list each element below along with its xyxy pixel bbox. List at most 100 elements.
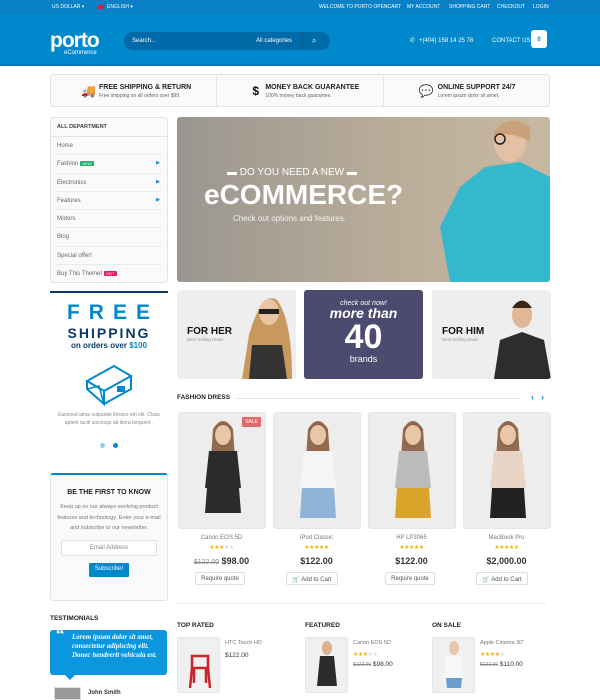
feature-money-back: $ MONEY BACK GUARANTEE 100% money back gua…: [217, 75, 384, 106]
search-input[interactable]: Search...: [132, 38, 156, 44]
add-to-cart-button[interactable]: 🛒 Add to Cart: [476, 572, 528, 585]
checkout-link[interactable]: CHECKOUT: [497, 4, 525, 10]
list-product-name[interactable]: Canon EOS 5D: [353, 640, 391, 646]
banner-subtitle: Best Selling Deals: [187, 337, 224, 342]
product-image[interactable]: [273, 412, 361, 529]
rating-stars: ★★★★★: [304, 545, 329, 551]
free-shipping-banner: FREE SHIPPING on orders over $100 Euismo…: [50, 291, 168, 461]
menu-item-home[interactable]: Home: [56, 137, 162, 156]
product-price: $122.00 $98.00: [193, 556, 250, 566]
newsletter-box: BE THE FIRST TO KNOW Keep up on our alwa…: [50, 473, 168, 601]
product-name[interactable]: HP LP3065: [364, 535, 459, 541]
list-product-image[interactable]: [177, 637, 220, 693]
rating-stars: ★★★★★: [209, 545, 234, 551]
menu-item-features[interactable]: Features ▶: [56, 192, 162, 211]
rating-stars: ★★★★★: [494, 545, 519, 551]
prev-arrow-icon[interactable]: ‹: [531, 392, 534, 402]
testimonial-quote: “ Lorem ipsum dolor sit amet, consectetu…: [50, 624, 167, 675]
badge-new: NEW: [80, 161, 94, 167]
list-product-price: $122.00 $98.00: [353, 661, 393, 668]
list-title: TOP RATED: [177, 622, 214, 629]
list-product-image[interactable]: [432, 637, 475, 693]
list-title: FEATURED: [305, 622, 340, 629]
rating-stars: ★★★★★: [353, 652, 378, 658]
box-icon: [84, 364, 134, 407]
list-product-image[interactable]: [305, 637, 348, 693]
product-price: $2,000.00: [486, 556, 527, 566]
menu-item-buy-this-theme-[interactable]: Buy This Theme! HOT: [56, 265, 162, 283]
arrow-right-icon: ▶: [156, 160, 160, 167]
department-menu: ALL DEPARTMENT Home Fashion NEW ▶ Electronic…: [50, 117, 168, 283]
list-product-name[interactable]: HTC Touch HD: [225, 640, 262, 646]
flag-icon: [98, 5, 104, 9]
cart-icon: 🛒: [292, 577, 300, 583]
top-bar: US DOLLAR ▾ ENGLISH ▾ WELCOME TO PORTO O…: [0, 0, 600, 14]
truck-icon: 🚚: [81, 84, 96, 98]
banner-title: FOR HIM: [442, 326, 485, 337]
hero-slider[interactable]: ▬ DO YOU NEED A NEW ▬ eCOMMERCE? Check o…: [177, 117, 550, 282]
arrow-right-icon: ▶: [156, 196, 160, 203]
hero-subtitle: Check out options and features.: [233, 214, 346, 223]
search-icon[interactable]: ⌕: [312, 36, 316, 46]
testimonials-title: TESTIMONIALS: [50, 615, 99, 622]
add-to-cart-button[interactable]: 🛒 Add to Cart: [286, 572, 338, 585]
list-product-name[interactable]: Apple Cinema 30": [480, 640, 524, 646]
list-title: ON SALE: [432, 622, 461, 629]
quote-open-icon: “: [55, 624, 64, 644]
sale-badge: SALE: [242, 417, 261, 427]
him-model-image: [494, 300, 551, 379]
product-image[interactable]: [463, 412, 551, 529]
menu-item-fashion[interactable]: Fashion NEW ▶: [56, 155, 162, 174]
cart-icon: 🛒: [482, 577, 490, 583]
search-bar: Search... All categories ⌕: [124, 32, 330, 50]
feature-support: 💬 ONLINE SUPPORT 24/7 Lorem ipsum dolor si…: [418, 84, 516, 99]
chat-icon: 💬: [418, 84, 434, 98]
product-name[interactable]: iPod Classic: [269, 535, 364, 541]
fashion-section-title: FASHION DRESS: [177, 394, 231, 401]
menu-item-electronics[interactable]: Electronics ▶: [56, 174, 162, 192]
product-name[interactable]: Canon EOS 5D: [174, 535, 269, 541]
list-product-price: $122.00: [225, 652, 249, 659]
rating-stars: ★★★★★: [480, 652, 505, 658]
cart-icon[interactable]: 0: [531, 30, 547, 48]
language-select[interactable]: ENGLISH ▾: [107, 4, 133, 10]
header: porto eCommerce Search... All categories …: [0, 14, 600, 66]
my-account-link[interactable]: MY ACCOUNT: [407, 4, 440, 10]
banner-for-her[interactable]: FOR HER Best Selling Deals: [177, 290, 296, 379]
list-product-price: $122.00 $110.00: [480, 661, 523, 668]
carousel-dot[interactable]: [100, 443, 106, 448]
contact-us-link[interactable]: CONTACT US: [492, 38, 530, 44]
banner-brands[interactable]: check out now! more than 40 brands: [304, 290, 423, 379]
menu-item-blog[interactable]: Blog: [56, 228, 162, 247]
phone-number: +(404) 158 14 25 78: [419, 38, 474, 44]
require-quote-button[interactable]: Require quote: [385, 572, 435, 585]
product-image[interactable]: SALE: [178, 412, 266, 529]
arrow-right-icon: ▶: [156, 178, 160, 185]
menu-item-special-offer-[interactable]: Special offer!: [56, 247, 162, 266]
shopping-cart-link[interactable]: SHOPPING CART: [449, 4, 490, 10]
email-input[interactable]: Email Address: [61, 539, 157, 556]
feature-shipping: 🚚 FREE SHIPPING & RETURN Free shipping on …: [51, 75, 218, 106]
banner-for-him[interactable]: FOR HIM Best Selling Deals: [432, 290, 551, 379]
phone-icon: ✆: [410, 38, 416, 44]
product-price: $122.00: [395, 556, 428, 566]
next-arrow-icon[interactable]: ›: [541, 392, 544, 402]
rating-stars: ★★★★★: [399, 545, 424, 551]
currency-select[interactable]: US DOLLAR ▾: [52, 4, 84, 10]
badge-hot: HOT: [104, 271, 117, 277]
product-name[interactable]: MacBook Pro: [459, 535, 554, 541]
testimonial-author: John Smith: [88, 690, 121, 696]
hero-pretitle: ▬ DO YOU NEED A NEW ▬: [227, 167, 357, 178]
banner-title: FOR HER: [187, 326, 232, 337]
category-select[interactable]: All categories: [256, 38, 292, 44]
features-bar: 🚚 FREE SHIPPING & RETURN Free shipping on …: [50, 74, 550, 107]
subscribe-button[interactable]: Subscribe!: [89, 562, 129, 577]
carousel-dot-active[interactable]: [112, 443, 118, 448]
menu-item-motors[interactable]: Motors: [56, 210, 162, 229]
require-quote-button[interactable]: Require quote: [195, 572, 245, 585]
her-model-image: [242, 298, 292, 379]
dollar-icon: $: [252, 84, 260, 98]
product-image[interactable]: [368, 412, 456, 529]
logo[interactable]: porto eCommerce: [50, 29, 100, 56]
login-link[interactable]: LOGIN: [533, 4, 549, 10]
